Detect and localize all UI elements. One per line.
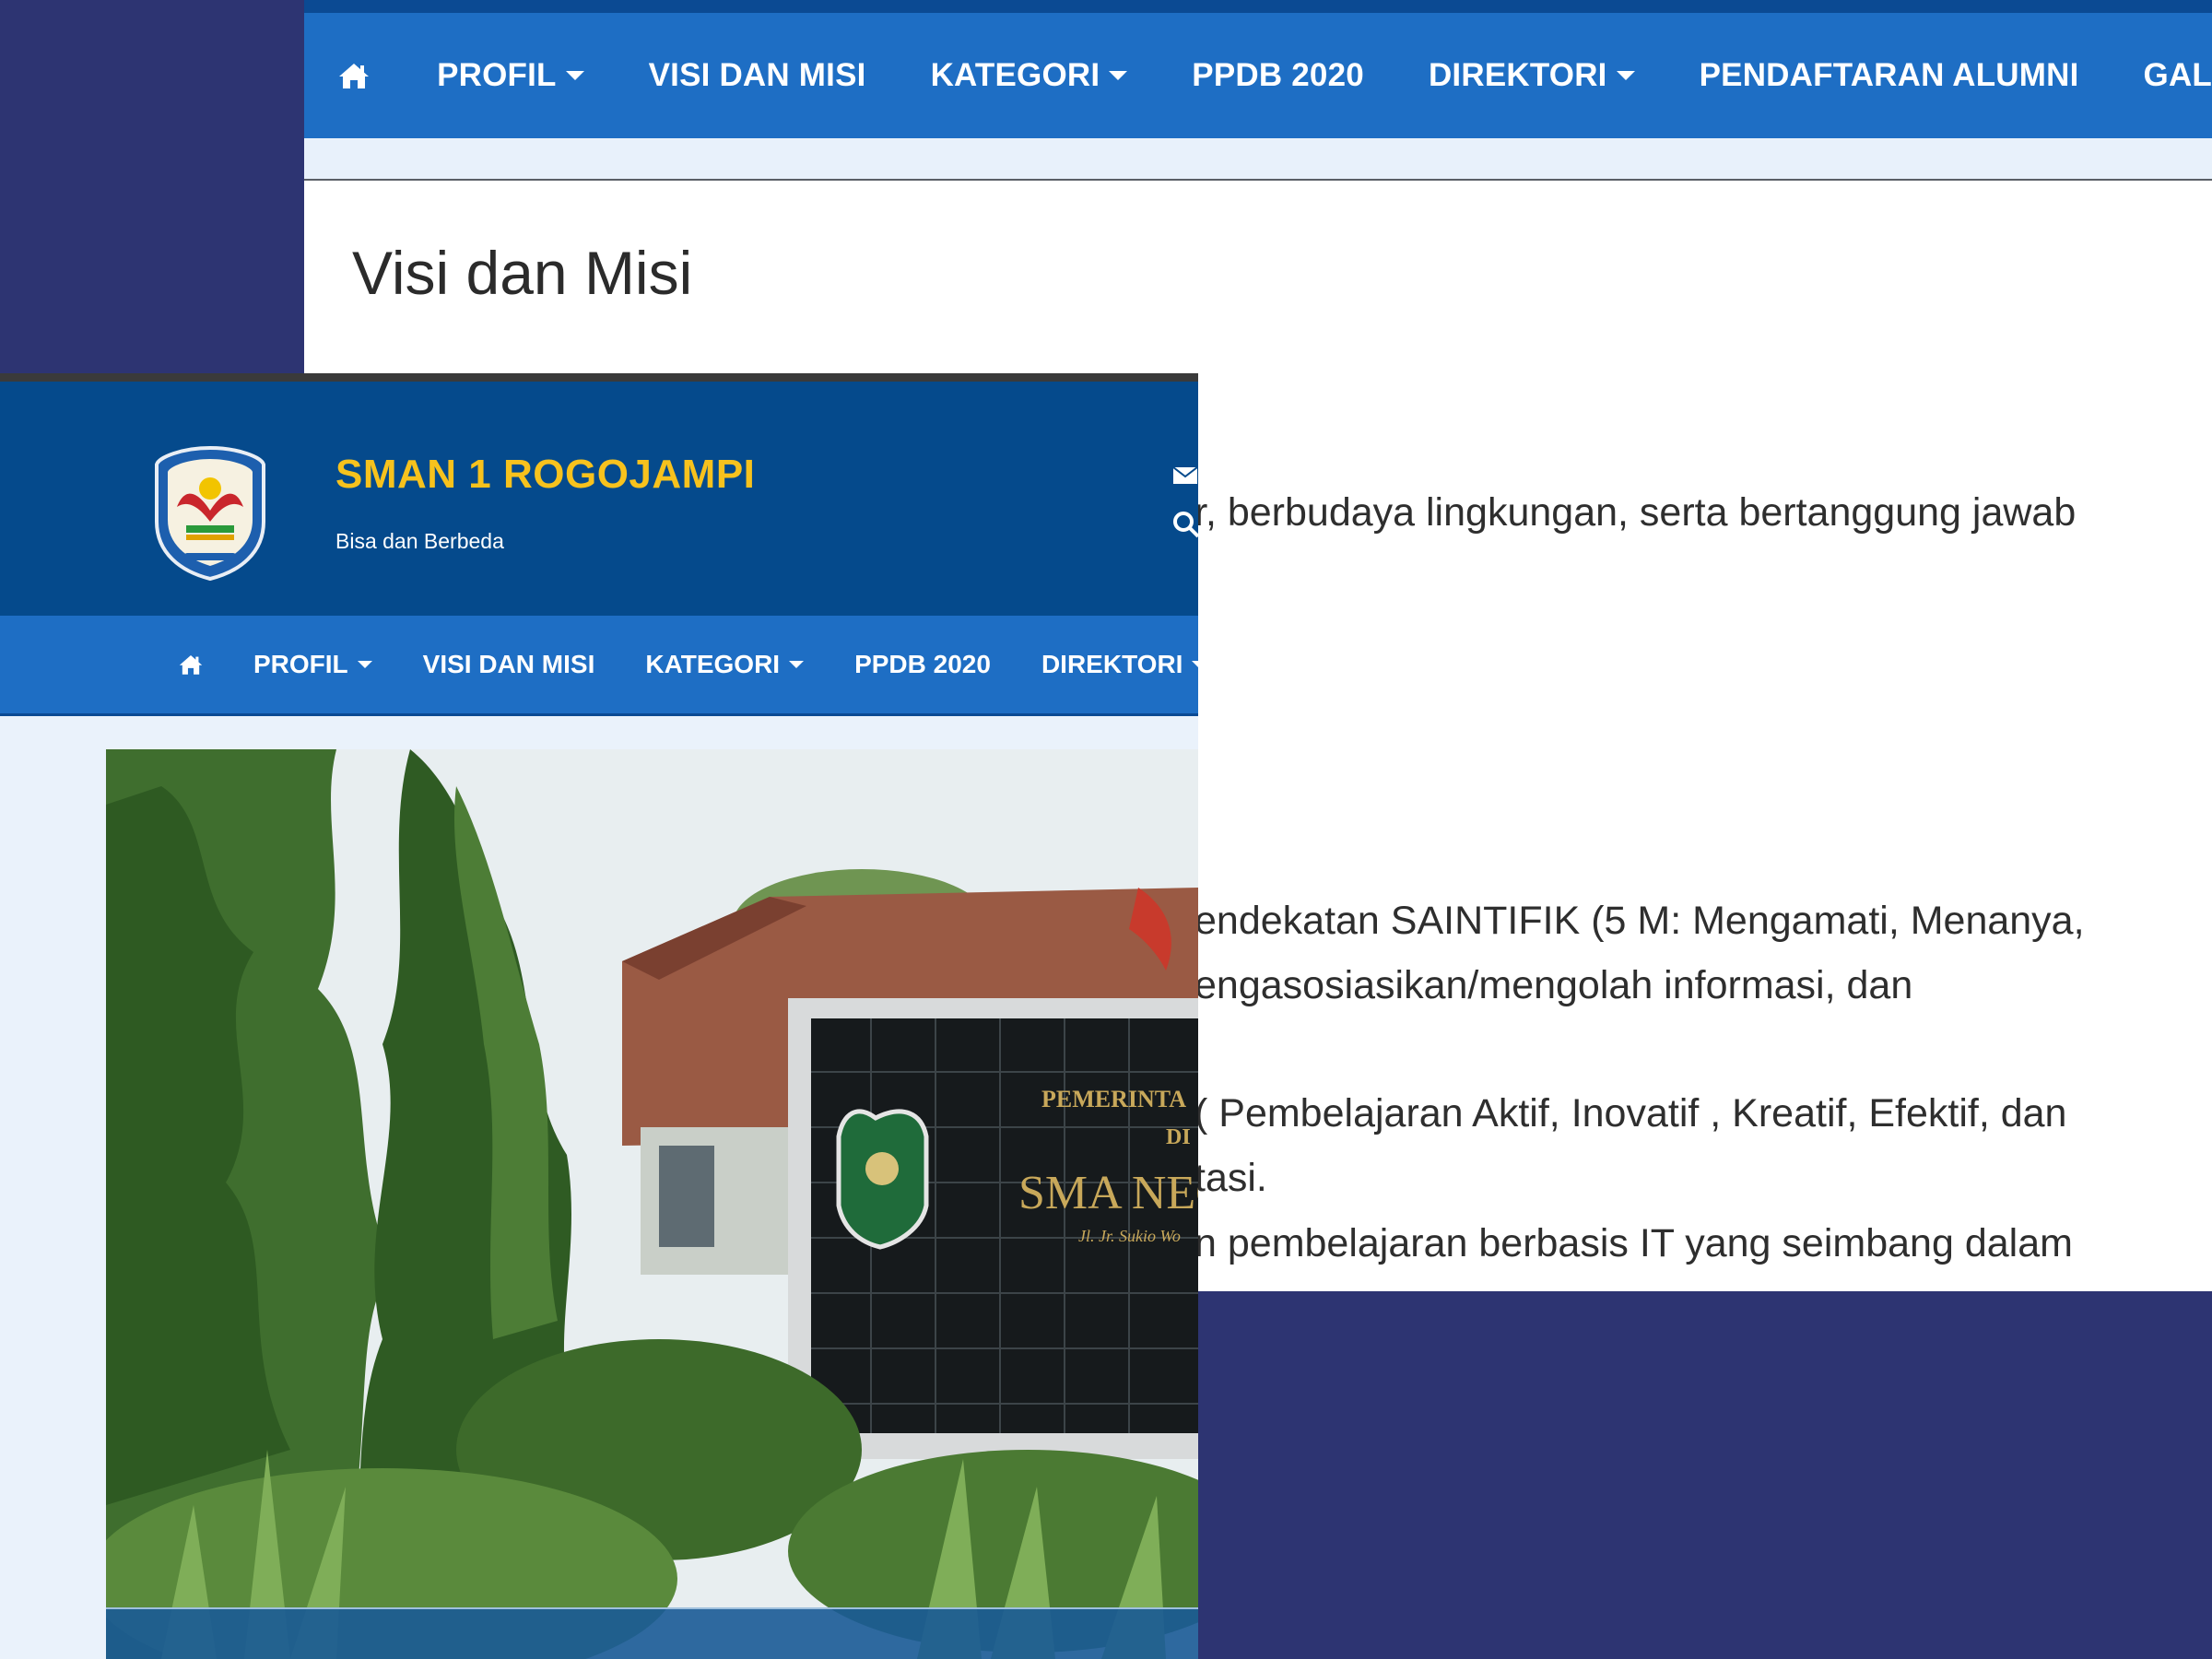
nav-item-galeri[interactable]: GAL xyxy=(2144,13,2212,138)
site-tagline: Bisa dan Berbeda xyxy=(335,529,504,553)
content-line: n pembelajaran berbasis IT yang seimbang… xyxy=(1194,1221,2073,1265)
home-page-window: SMAN 1 ROGOJAMPI Bisa dan Berbeda PROFIL… xyxy=(0,373,1198,1659)
hero-school-photo: PEMERINTA DI SMA NEG Jl. Jr. Sukio Wo xyxy=(106,749,1198,1659)
sign-text: SMA NEG xyxy=(1018,1167,1198,1219)
nav-item-pendaftaran-alumni[interactable]: PENDAFTARAN ALUMNI xyxy=(1700,13,2079,138)
content-line: tasi. xyxy=(1194,1156,1267,1200)
nav-label: PROFIL xyxy=(253,650,348,678)
content-line: engasosiasikan/mengolah informasi, dan xyxy=(1194,963,1913,1007)
site-title[interactable]: SMAN 1 ROGOJAMPI xyxy=(335,452,755,498)
main-navigation: PROFIL VISI DAN MISI KATEGORI PPDB 2020 … xyxy=(0,616,1198,713)
nav-divider xyxy=(0,713,1198,716)
nav-label: PPDB 2020 xyxy=(854,650,991,678)
window-top-border xyxy=(0,373,1198,382)
chevron-down-icon xyxy=(1616,71,1635,80)
site-header: SMAN 1 ROGOJAMPI Bisa dan Berbeda xyxy=(0,382,1198,616)
school-emblem-logo[interactable] xyxy=(153,446,267,581)
chevron-down-icon xyxy=(357,661,372,668)
nav-item-visi-dan-misi[interactable]: VISI DAN MISI xyxy=(649,13,866,138)
content-line: endekatan SAINTIFIK (5 M: Mengamati, Men… xyxy=(1194,899,2085,943)
content-line: r, berbudaya lingkungan, serta bertanggu… xyxy=(1194,490,2077,535)
obscured-heading xyxy=(352,361,1329,372)
chevron-down-icon xyxy=(789,661,805,668)
home-icon xyxy=(339,64,370,88)
envelope-icon[interactable] xyxy=(1172,466,1198,485)
chevron-down-icon xyxy=(565,71,584,80)
main-navigation: PROFIL VISI DAN MISI KATEGORI PPDB 2020 … xyxy=(304,13,2212,138)
nav-label: DIREKTORI xyxy=(1041,650,1183,678)
nav-label: VISI DAN MISI xyxy=(648,57,866,93)
nav-item-profil[interactable]: PROFIL xyxy=(253,616,372,713)
nav-item-kategori[interactable]: KATEGORI xyxy=(645,616,805,713)
search-icon[interactable] xyxy=(1172,511,1198,538)
screenshot-canvas: PROFIL VISI DAN MISI KATEGORI PPDB 2020 … xyxy=(0,0,2212,1659)
nav-label: DIREKTORI xyxy=(1428,57,1607,93)
chevron-down-icon xyxy=(1192,661,1198,668)
home-icon xyxy=(179,655,203,675)
nav-label: KATEGORI xyxy=(645,650,781,678)
nav-home-link[interactable] xyxy=(335,13,372,138)
nav-item-direktori[interactable]: DIREKTORI xyxy=(1041,616,1198,713)
sign-text: PEMERINTA xyxy=(1041,1086,1186,1112)
nav-item-direktori[interactable]: DIREKTORI xyxy=(1429,13,1635,138)
nav-item-ppdb-2020[interactable]: PPDB 2020 xyxy=(854,616,991,713)
nav-label: PROFIL xyxy=(437,57,557,93)
sign-text: DI xyxy=(1166,1125,1191,1149)
nav-label: VISI DAN MISI xyxy=(422,650,595,678)
sign-text: Jl. Jr. Sukio Wo xyxy=(1078,1227,1181,1245)
nav-label: KATEGORI xyxy=(930,57,1100,93)
nav-home-link[interactable] xyxy=(179,653,203,676)
page-title: Visi dan Misi xyxy=(352,239,693,307)
nav-item-visi-dan-misi[interactable]: VISI DAN MISI xyxy=(423,616,595,713)
nav-item-profil[interactable]: PROFIL xyxy=(437,13,584,138)
nav-label: PPDB 2020 xyxy=(1192,57,1364,93)
content-line: ( Pembelajaran Aktif, Inovatif , Kreatif… xyxy=(1194,1091,2067,1135)
chevron-down-icon xyxy=(1109,71,1128,80)
nav-item-ppdb-2020[interactable]: PPDB 2020 xyxy=(1192,13,1364,138)
nav-label: GAL xyxy=(2143,57,2212,93)
nav-item-kategori[interactable]: KATEGORI xyxy=(931,13,1128,138)
top-strip xyxy=(304,0,2212,13)
nav-label: PENDAFTARAN ALUMNI xyxy=(1699,57,2079,93)
breadcrumb-band xyxy=(304,138,2212,181)
